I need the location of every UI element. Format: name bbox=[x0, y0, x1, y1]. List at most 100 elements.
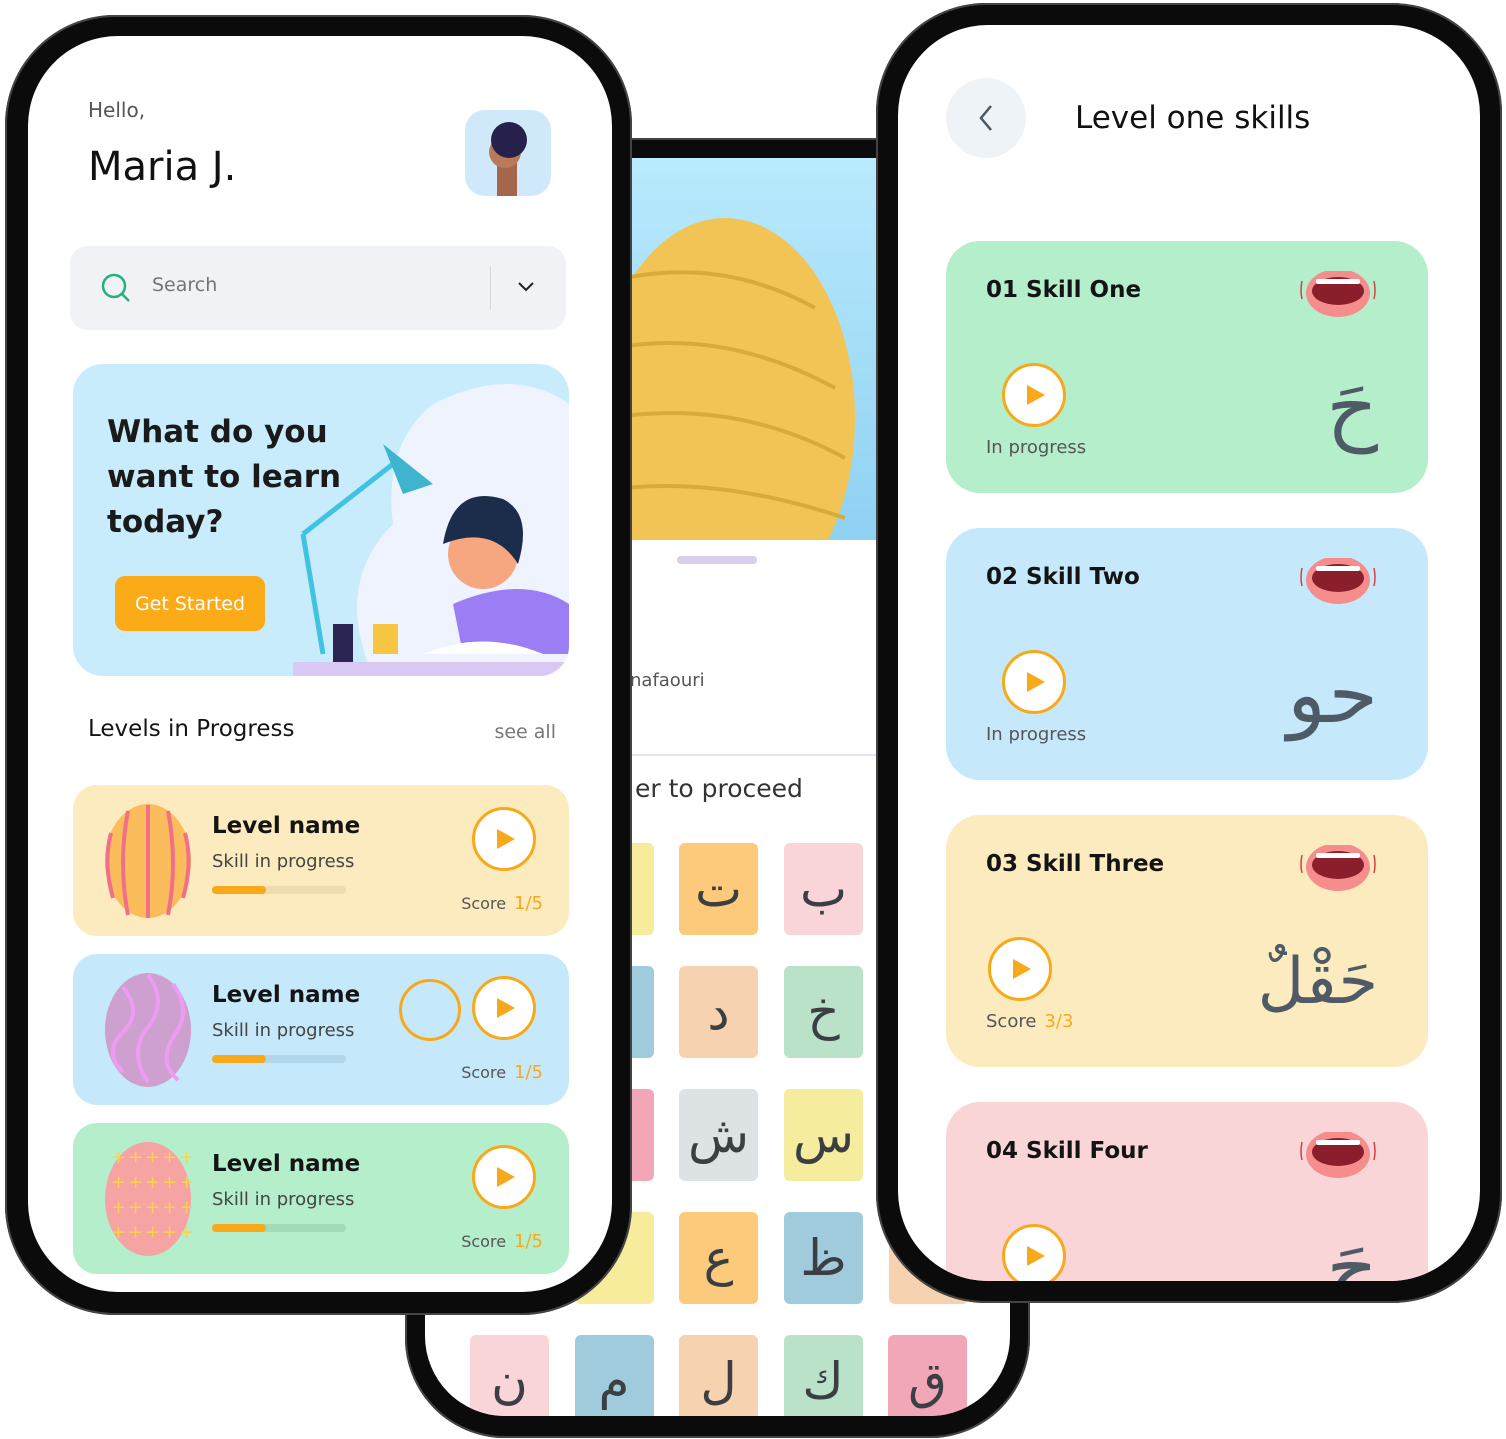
skill-status: Score 3/3 bbox=[986, 1011, 1074, 1032]
get-started-button[interactable]: Get Started bbox=[115, 576, 265, 631]
letter-tile[interactable]: م bbox=[574, 1335, 654, 1416]
play-button[interactable] bbox=[988, 937, 1052, 1001]
svg-text:+: + bbox=[145, 1197, 160, 1218]
letter-tile[interactable]: ش bbox=[679, 1089, 758, 1181]
letter-tile[interactable]: ك bbox=[783, 1335, 863, 1416]
play-icon bbox=[1027, 672, 1045, 692]
search-bar[interactable] bbox=[70, 246, 566, 330]
egg-icon: + + + + ++ + + + ++ + + + ++ + + + + bbox=[105, 1142, 193, 1256]
skill-card[interactable]: 01 Skill One In progress حَ bbox=[946, 241, 1428, 493]
svg-text:+: + bbox=[145, 1147, 160, 1168]
skill-card[interactable]: 03 Skill Three Score 3/3 حَقْلٌ bbox=[946, 815, 1428, 1067]
level-score: Score 1/5 bbox=[461, 1231, 543, 1252]
level-subtitle: Skill in progress bbox=[212, 851, 355, 872]
arabic-letter: حَ bbox=[1326, 361, 1378, 454]
progress-bar bbox=[212, 1055, 346, 1063]
play-button[interactable] bbox=[472, 976, 536, 1040]
level-subtitle: Skill in progress bbox=[212, 1189, 355, 1210]
letter-tile[interactable]: ل bbox=[679, 1335, 758, 1416]
progress-bar bbox=[212, 1224, 346, 1232]
level-score: Score 1/5 bbox=[461, 893, 543, 914]
play-button[interactable] bbox=[472, 1145, 536, 1209]
play-icon bbox=[1013, 959, 1031, 979]
mouth-icon bbox=[1300, 556, 1376, 604]
play-button[interactable] bbox=[1002, 1224, 1066, 1281]
letter-tile[interactable]: ع bbox=[679, 1212, 758, 1304]
skills-screen: Level one skills 01 Skill One In progres… bbox=[898, 25, 1480, 1281]
svg-text:+: + bbox=[111, 1197, 126, 1218]
svg-text:+: + bbox=[162, 1197, 177, 1218]
egg-icon bbox=[105, 804, 191, 918]
avatar[interactable] bbox=[465, 110, 551, 196]
level-name: Level name bbox=[212, 982, 361, 1008]
banner-line: What do you bbox=[107, 414, 328, 450]
see-all-link[interactable]: see all bbox=[494, 721, 556, 743]
skill-status: In progress bbox=[986, 437, 1087, 458]
level-subtitle: Skill in progress bbox=[212, 1020, 355, 1041]
letter-tile[interactable]: ت bbox=[679, 843, 758, 935]
chevron-down-icon[interactable] bbox=[516, 280, 536, 294]
level-card[interactable]: + + + + + + + + + + + + + + + + + + + + Level name Skill in… bbox=[73, 1123, 569, 1274]
letter-tile[interactable]: ب bbox=[784, 843, 863, 935]
play-button[interactable] bbox=[1002, 363, 1066, 427]
banner-line: want to learn bbox=[107, 459, 342, 495]
search-icon bbox=[101, 273, 130, 302]
svg-text:+: + bbox=[179, 1172, 193, 1193]
svg-text:+: + bbox=[162, 1147, 177, 1168]
play-button[interactable] bbox=[472, 807, 536, 871]
level-card[interactable]: Level name Skill in progress Score 1/5 bbox=[73, 785, 569, 936]
progress-bar bbox=[212, 886, 346, 894]
level-score: Score 1/5 bbox=[461, 1062, 543, 1083]
svg-text:+: + bbox=[128, 1172, 143, 1193]
letter-tile[interactable]: ظ bbox=[784, 1212, 863, 1304]
svg-text:+: + bbox=[162, 1172, 177, 1193]
search-input[interactable] bbox=[152, 274, 472, 296]
phone-skills: Level one skills 01 Skill One In progres… bbox=[876, 3, 1502, 1303]
progress-ring bbox=[399, 979, 461, 1041]
skill-title: 02 Skill Two bbox=[986, 564, 1140, 590]
sheet-handle[interactable] bbox=[677, 556, 757, 564]
chevron-left-icon bbox=[979, 105, 992, 131]
user-name: Maria J. bbox=[88, 144, 237, 190]
svg-text:+: + bbox=[179, 1222, 193, 1243]
svg-text:+: + bbox=[162, 1222, 177, 1243]
arabic-letter: حو bbox=[1287, 648, 1378, 741]
arabic-letter: حَ bbox=[1326, 1222, 1378, 1281]
user-name-fragment: nafaouri bbox=[630, 670, 705, 691]
svg-text:+: + bbox=[111, 1222, 126, 1243]
skill-title: 04 Skill Four bbox=[986, 1138, 1148, 1164]
svg-text:+: + bbox=[111, 1147, 126, 1168]
skill-card[interactable]: 02 Skill Two In progress حو bbox=[946, 528, 1428, 780]
mouth-icon bbox=[1300, 843, 1376, 891]
svg-text:+: + bbox=[111, 1172, 126, 1193]
letter-tile[interactable]: خ bbox=[784, 966, 863, 1058]
svg-text:+: + bbox=[145, 1172, 160, 1193]
banner-title: What do you want to learn today? bbox=[107, 410, 341, 545]
skill-card[interactable]: 04 Skill Four حَ bbox=[946, 1102, 1428, 1281]
svg-text:+: + bbox=[128, 1222, 143, 1243]
levels-title: Levels in Progress bbox=[88, 716, 295, 742]
svg-text:+: + bbox=[179, 1197, 193, 1218]
svg-text:+: + bbox=[128, 1197, 143, 1218]
mouth-icon bbox=[1300, 1130, 1376, 1178]
mouth-icon bbox=[1300, 269, 1376, 317]
svg-text:+: + bbox=[145, 1222, 160, 1243]
letter-tile[interactable]: د bbox=[679, 966, 758, 1058]
skill-title: 01 Skill One bbox=[986, 277, 1142, 303]
letter-tile[interactable]: س bbox=[784, 1089, 863, 1181]
home-screen: Hello, Maria J. What do you want to lear… bbox=[28, 36, 612, 1292]
letter-tile[interactable]: ق bbox=[888, 1335, 967, 1416]
banner-line: today? bbox=[107, 504, 224, 540]
greeting: Hello, bbox=[88, 98, 146, 122]
letter-tile[interactable]: ن bbox=[470, 1335, 549, 1416]
svg-text:+: + bbox=[128, 1147, 143, 1168]
play-icon bbox=[497, 998, 515, 1018]
divider bbox=[490, 266, 491, 310]
level-card[interactable]: Level name Skill in progress Score 1/5 bbox=[73, 954, 569, 1105]
play-button[interactable] bbox=[1002, 650, 1066, 714]
play-icon bbox=[1027, 385, 1045, 405]
learn-banner: What do you want to learn today? Get Sta… bbox=[73, 364, 569, 676]
level-name: Level name bbox=[212, 1151, 361, 1177]
back-button[interactable] bbox=[946, 78, 1026, 158]
skill-status: In progress bbox=[986, 724, 1087, 745]
